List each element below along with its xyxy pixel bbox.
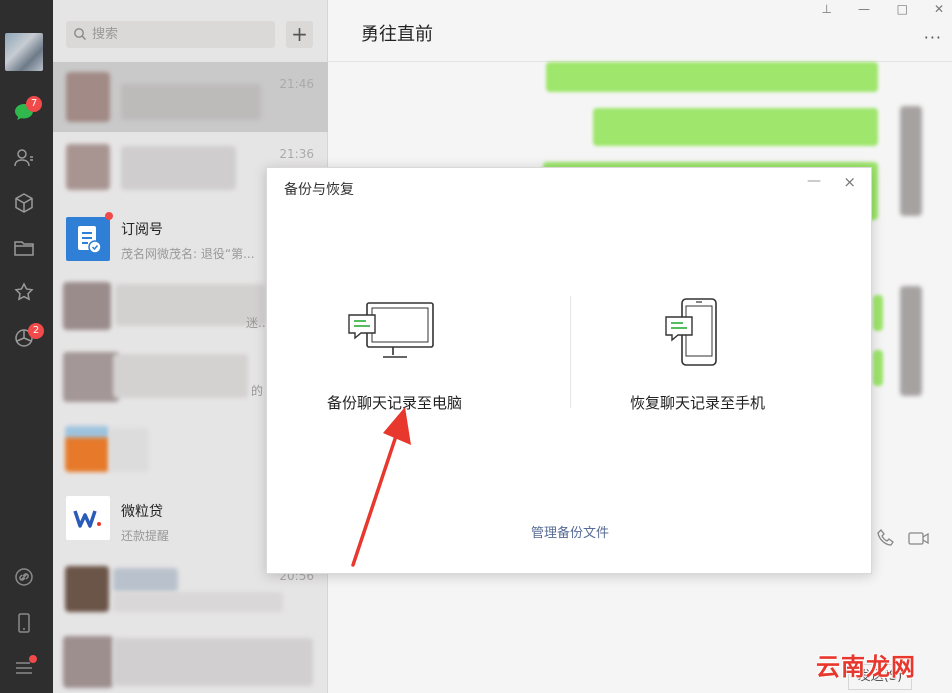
list-item[interactable]: 21:46 — [53, 62, 328, 132]
chat-unread-badge: 7 — [26, 96, 42, 112]
avatar — [65, 566, 109, 612]
item-name: 订阅号 — [121, 222, 163, 238]
favorites-icon[interactable] — [12, 281, 36, 305]
computer-icon — [348, 302, 434, 358]
chat-icon[interactable]: 7 — [12, 96, 42, 124]
dialog-close-button[interactable]: × — [843, 173, 856, 191]
avatar — [65, 426, 109, 472]
red-arrow-annotation — [351, 407, 411, 567]
item-subtitle: 茂名网微茂名: 退役“第... — [121, 247, 255, 261]
weilidai-icon — [66, 496, 110, 540]
add-chat-button[interactable]: + — [286, 21, 313, 48]
moments-badge: 2 — [28, 323, 44, 339]
maximize-icon[interactable]: □ — [897, 2, 908, 16]
voice-call-icon[interactable] — [876, 528, 896, 548]
watermark-logo: 云南龙网 — [816, 653, 916, 681]
search-input[interactable]: 搜索 — [66, 21, 275, 48]
contacts-icon[interactable] — [12, 146, 36, 170]
blurred-preview — [113, 568, 178, 592]
item-subtitle: 还款提醒 — [121, 529, 170, 543]
subscription-icon — [66, 217, 110, 261]
message-bubble — [873, 295, 883, 331]
mini-program-icon[interactable] — [12, 191, 36, 215]
item-time: 21:46 — [279, 77, 314, 91]
menu-icon[interactable] — [12, 655, 37, 680]
phone-icon — [665, 298, 717, 366]
pin-icon[interactable]: ⊥ — [822, 2, 832, 16]
chat-header: 勇往直前 ⊥ — □ ✕ ··· — [328, 0, 952, 62]
restore-to-phone-label: 恢复聊天记录至手机 — [630, 394, 766, 412]
list-item[interactable] — [53, 624, 328, 693]
avatar — [66, 72, 110, 122]
moments-icon[interactable]: 2 — [12, 323, 44, 350]
search-placeholder: 搜索 — [92, 27, 119, 42]
close-icon[interactable]: ✕ — [934, 2, 944, 16]
blurred-preview — [113, 638, 313, 686]
item-name: 微粒贷 — [121, 504, 163, 520]
message-bubble — [546, 62, 878, 92]
search-icon — [74, 28, 86, 40]
menu-dot — [29, 655, 37, 663]
avatar — [63, 282, 111, 330]
option-divider — [570, 296, 571, 408]
chat-title: 勇往直前 — [361, 24, 433, 45]
message-bubble — [873, 350, 883, 386]
blurred-preview — [113, 354, 248, 398]
left-nav-bar: 7 2 — [0, 0, 53, 693]
blurred-preview — [113, 592, 283, 612]
avatar — [63, 352, 119, 402]
video-call-icon[interactable] — [907, 528, 931, 548]
blurred-preview — [121, 84, 261, 120]
avatar — [63, 636, 113, 688]
item-subtitle: 的 — [251, 384, 264, 398]
dialog-title: 备份与恢复 — [284, 182, 354, 198]
avatar — [66, 144, 110, 190]
sender-avatar — [900, 286, 922, 396]
unread-dot — [105, 212, 113, 220]
avatar[interactable] — [5, 33, 43, 71]
link-icon[interactable] — [12, 565, 36, 589]
blurred-preview — [115, 284, 265, 326]
message-bubble — [593, 108, 878, 146]
folder-icon[interactable] — [12, 236, 36, 260]
blurred-preview — [109, 428, 149, 472]
phone-icon[interactable] — [12, 611, 36, 635]
blurred-preview — [121, 146, 236, 190]
dialog-minimize-button[interactable]: — — [807, 173, 821, 189]
item-time: 21:36 — [279, 147, 314, 161]
more-icon[interactable]: ··· — [924, 28, 942, 47]
minimize-icon[interactable]: — — [858, 2, 870, 16]
sender-avatar — [900, 106, 922, 216]
